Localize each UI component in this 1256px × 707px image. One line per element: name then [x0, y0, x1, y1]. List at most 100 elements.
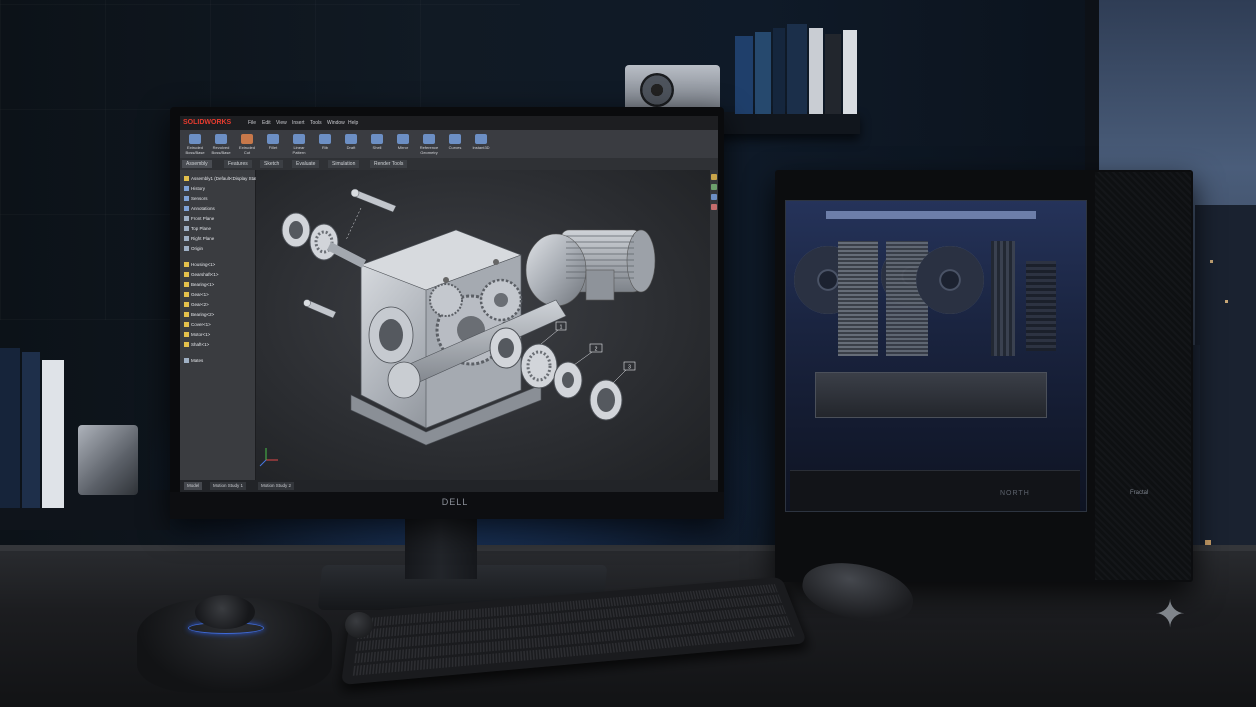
motor: [525, 229, 656, 307]
case-badge: Fractal: [1130, 490, 1149, 496]
file-explorer-icon[interactable]: [711, 194, 717, 200]
monitor-brand-logo: DELL: [441, 497, 469, 507]
cut-icon: [241, 134, 253, 144]
tree-item[interactable]: Sensors: [184, 194, 208, 203]
extruded-cut-button[interactable]: Extruded Cut: [236, 133, 258, 155]
menu-file[interactable]: File: [248, 118, 256, 128]
draft-button[interactable]: Draft: [340, 133, 362, 155]
rib-button[interactable]: Rib: [314, 133, 336, 155]
part-icon: [184, 272, 189, 278]
menu-view[interactable]: View: [276, 118, 287, 128]
part-icon: [184, 342, 189, 348]
tree-item[interactable]: Gear<1>: [184, 290, 209, 299]
draft-icon: [345, 134, 357, 144]
tree-item[interactable]: Top Plane: [184, 224, 211, 233]
tree-item[interactable]: Gear<2>: [184, 300, 209, 309]
menu-tools[interactable]: Tools: [310, 118, 322, 128]
tab-model[interactable]: Model: [184, 482, 203, 490]
tab-motion-study-1[interactable]: Motion Study 1: [210, 482, 247, 490]
keyboard-dial[interactable]: [345, 612, 373, 638]
monitor-stand-neck: [405, 519, 477, 579]
feature-manager-tree: Assembly1 (Default<Display State-1>) His…: [180, 170, 267, 480]
command-manager-ribbon: Extruded Boss/Base Revolved Boss/Base Ex…: [180, 130, 718, 159]
tree-item[interactable]: Origin: [184, 244, 203, 253]
balloon-label: 3: [628, 365, 631, 371]
tab-features[interactable]: Features: [224, 160, 252, 168]
history-icon: [184, 186, 189, 192]
app-logo: SOLIDWORKS: [183, 119, 232, 126]
book: [773, 28, 785, 114]
graphics-viewport[interactable]: 1 2 3: [256, 170, 710, 480]
shell-button[interactable]: Shell: [366, 133, 388, 155]
book: [809, 28, 823, 114]
revolve-icon: [215, 134, 227, 144]
shroud-label: NORTH: [1000, 490, 1030, 497]
tree-item[interactable]: Right Plane: [184, 234, 214, 243]
tab-motion-study-2[interactable]: Motion Study 2: [258, 482, 295, 490]
tab-assembly[interactable]: Assembly: [182, 160, 212, 168]
book: [735, 36, 753, 114]
part-icon: [184, 262, 189, 268]
plane-icon: [423, 134, 435, 144]
tree-item[interactable]: Shaft<1>: [184, 340, 209, 349]
book: [0, 348, 20, 508]
balloon-label: 1: [560, 325, 563, 331]
book: [825, 34, 841, 114]
tree-item[interactable]: Housing<1>: [184, 260, 215, 269]
mirror-button[interactable]: Mirror: [392, 133, 414, 155]
sparkle-icon: ✦: [1154, 594, 1186, 636]
menu-edit[interactable]: Edit: [262, 118, 271, 128]
annotation-icon: [184, 206, 189, 212]
3d-mouse-cap[interactable]: [195, 595, 255, 629]
fan-icon: [640, 73, 674, 107]
tab-sketch[interactable]: Sketch: [260, 160, 284, 168]
balloon-label: 2: [595, 347, 598, 353]
view-triad: [259, 448, 278, 467]
design-library-icon[interactable]: [711, 184, 717, 190]
linear-pattern-button[interactable]: Linear Pattern: [288, 133, 310, 155]
part-icon: [184, 332, 189, 338]
shelf-books: [735, 24, 875, 114]
tree-item[interactable]: History: [184, 184, 205, 193]
revolve-boss-button[interactable]: Revolved Boss/Base: [210, 133, 232, 155]
rib-icon: [319, 134, 331, 144]
psu-shroud: [790, 470, 1080, 511]
fan-icon: [916, 246, 984, 314]
plane-icon: [184, 226, 189, 232]
tab-render-tools[interactable]: Render Tools: [370, 160, 408, 168]
tree-item[interactable]: Cover<1>: [184, 320, 211, 329]
pattern-icon: [293, 134, 305, 144]
tree-item[interactable]: Annotations: [184, 204, 215, 213]
tree-item[interactable]: Assembly1 (Default<Display State-1>): [184, 174, 267, 183]
tab-evaluate[interactable]: Evaluate: [292, 160, 320, 168]
reference-geometry-button[interactable]: Reference Geometry: [418, 133, 440, 155]
resources-icon[interactable]: [711, 174, 717, 180]
tree-item[interactable]: Bearing<2>: [184, 310, 214, 319]
menu-help[interactable]: Help: [348, 118, 358, 128]
book: [843, 30, 857, 114]
tree-item[interactable]: Mates: [184, 356, 203, 365]
title-bar: SOLIDWORKS File Edit View Insert Tools W…: [180, 116, 718, 130]
tree-item[interactable]: Bearing<1>: [184, 280, 214, 289]
plane-icon: [184, 236, 189, 242]
fillet-button[interactable]: Fillet: [262, 133, 284, 155]
building: [1195, 205, 1256, 560]
menu-window[interactable]: Window: [327, 118, 345, 128]
fillet-icon: [267, 134, 279, 144]
assembly-icon: [184, 176, 189, 182]
curves-button[interactable]: Curves: [444, 133, 466, 155]
plane-icon: [184, 216, 189, 222]
extrude-boss-button[interactable]: Extruded Boss/Base: [184, 133, 206, 155]
shell-icon: [371, 134, 383, 144]
instant3d-button[interactable]: Instant3D: [470, 133, 492, 155]
tree-item[interactable]: Motor<1>: [184, 330, 210, 339]
appearances-icon[interactable]: [711, 204, 717, 210]
origin-icon: [184, 246, 189, 252]
part-icon: [184, 322, 189, 328]
tempered-glass-panel: [785, 200, 1087, 512]
tree-item[interactable]: Gearshaft<1>: [184, 270, 219, 279]
pc-front-mesh: [1095, 172, 1191, 580]
tree-item[interactable]: Front Plane: [184, 214, 214, 223]
tab-simulation[interactable]: Simulation: [328, 160, 360, 168]
menu-insert[interactable]: Insert: [292, 118, 305, 128]
